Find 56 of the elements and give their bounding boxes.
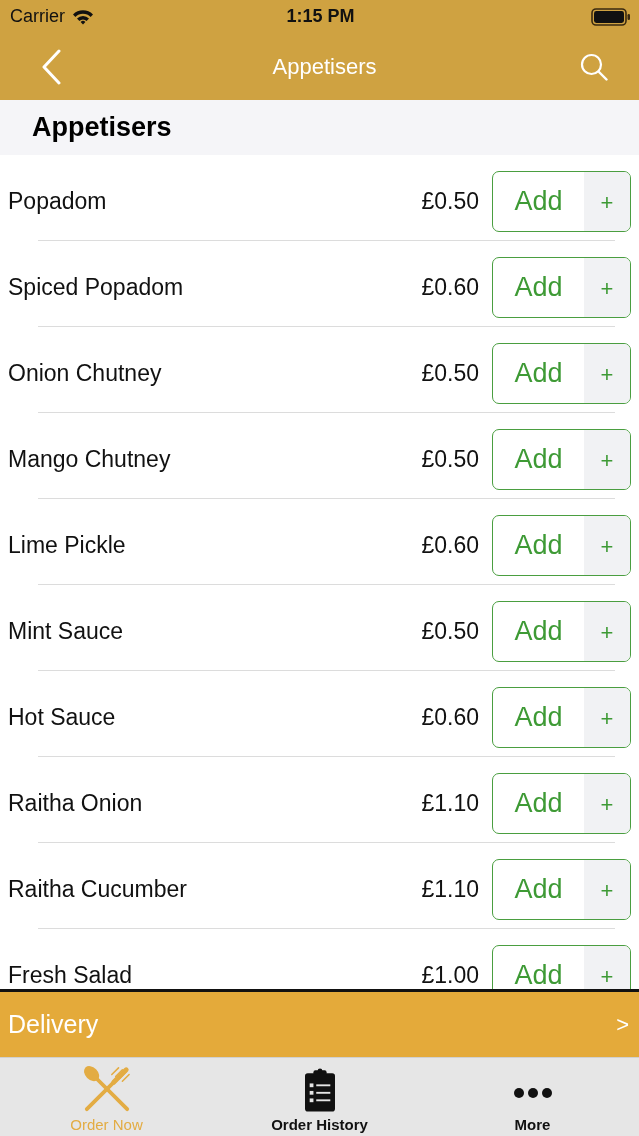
section-title: Appetisers	[32, 112, 172, 143]
carrier-label: Carrier	[10, 6, 65, 27]
item-price: £0.50	[421, 617, 479, 645]
item-price: £0.60	[421, 703, 479, 731]
item-name: Lime Pickle	[8, 531, 127, 559]
status-time: 1:15 PM	[286, 6, 355, 27]
add-button[interactable]: Add +	[492, 944, 631, 989]
item-price: £0.60	[421, 531, 479, 559]
plus-sign[interactable]: +	[584, 515, 630, 575]
add-button[interactable]: Add +	[492, 428, 631, 490]
item-price: £0.50	[421, 445, 479, 473]
plus-sign[interactable]: +	[584, 601, 630, 661]
wifi-icon	[72, 8, 94, 25]
item-name: Fresh Salad	[8, 961, 133, 989]
item-price: £1.10	[421, 789, 479, 817]
item-name: Popadom	[8, 187, 108, 215]
add-button[interactable]: Add +	[492, 342, 631, 404]
add-button[interactable]: Add +	[492, 600, 631, 662]
item-price: £0.60	[421, 273, 479, 301]
chevron-label: >	[616, 1011, 629, 1038]
item-price: £0.50	[421, 187, 479, 215]
battery-icon	[591, 7, 631, 26]
add-button[interactable]: Add +	[492, 514, 631, 576]
tab[interactable]: More	[426, 1058, 639, 1136]
plus-sign[interactable]: +	[584, 859, 630, 919]
add-button[interactable]: Add +	[492, 858, 631, 920]
item-name: Spiced Popadom	[8, 273, 185, 301]
plus-sign[interactable]: +	[584, 687, 630, 747]
back-icon[interactable]	[41, 48, 61, 85]
add-button[interactable]: Add +	[492, 686, 631, 748]
item-price: £1.00	[421, 961, 479, 989]
item-price: £1.10	[421, 875, 479, 903]
plus-sign[interactable]: +	[584, 429, 630, 489]
item-name: Hot Sauce	[8, 703, 117, 731]
clipboard-icon	[304, 1068, 335, 1112]
plus-sign[interactable]: +	[584, 171, 630, 231]
item-name: Mango Chutney	[8, 445, 172, 473]
delivery-label: Delivery	[8, 1010, 99, 1039]
spoon-fork-icon	[81, 1064, 132, 1114]
plus-sign[interactable]: +	[584, 257, 630, 317]
search-icon[interactable]	[580, 52, 608, 81]
plus-sign[interactable]: +	[584, 773, 630, 833]
nav-title: Appetisers	[272, 53, 377, 80]
item-name: Raitha Onion	[8, 789, 144, 817]
item-name: Onion Chutney	[8, 359, 163, 387]
add-button[interactable]: Add +	[492, 256, 631, 318]
item-price: £0.50	[421, 359, 479, 387]
more-icon	[513, 1088, 552, 1098]
tab[interactable]: Order History	[213, 1058, 426, 1136]
plus-sign[interactable]: +	[584, 945, 630, 989]
plus-sign[interactable]: +	[584, 343, 630, 403]
item-name: Raitha Cucumber	[8, 875, 188, 903]
item-name: Mint Sauce	[8, 617, 125, 645]
delivery-bar[interactable]: Delivery >	[0, 989, 639, 1057]
add-button[interactable]: Add +	[492, 772, 631, 834]
add-button[interactable]: Add +	[492, 170, 631, 232]
